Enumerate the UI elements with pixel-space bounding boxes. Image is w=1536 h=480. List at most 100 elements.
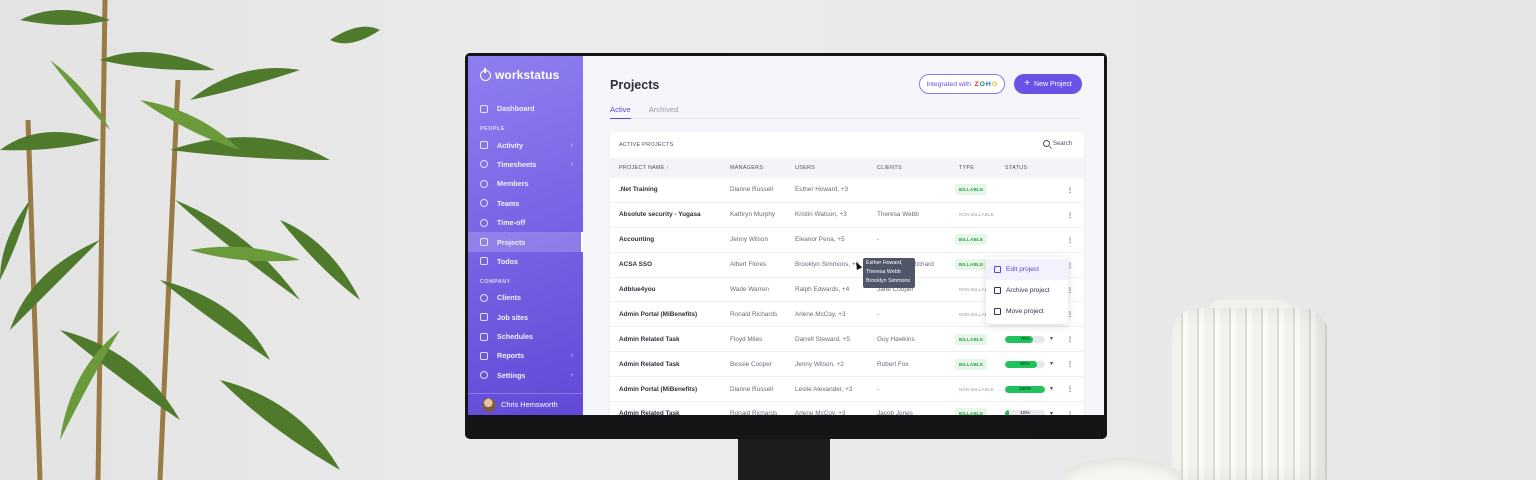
progress-percent: 10% — [1020, 411, 1030, 415]
sidebar-item-label: Reports — [497, 351, 525, 361]
users-cell[interactable]: Arlene McCoy, +3 — [795, 311, 877, 318]
chevron-right-icon: › — [570, 160, 573, 168]
project-name[interactable]: Admin Related Task — [610, 361, 730, 368]
sidebar-item-schedules[interactable]: Schedules — [468, 327, 583, 346]
chevron-down-icon[interactable]: ▼ — [1049, 386, 1054, 392]
project-name[interactable]: Absolute security - Yugasa — [610, 211, 730, 218]
project-name[interactable]: Admin Portal (MiBenefits) — [610, 386, 730, 393]
sidebar-item-timesheets[interactable]: Timesheets › — [468, 155, 583, 174]
search-button[interactable]: Search — [1042, 140, 1072, 147]
sidebar-item-label: Job sites — [497, 312, 529, 322]
project-name[interactable]: Admin Related Task — [610, 336, 730, 343]
table-row[interactable]: .Net Training Dianne Russell Esther Howard… — [610, 178, 1084, 203]
user-icon — [480, 179, 488, 188]
chevron-down-icon[interactable]: ▼ — [1049, 361, 1054, 367]
users-cell[interactable]: Eleanor Pena, +5 — [795, 236, 877, 243]
column-header-project-name[interactable]: PROJECT NAME ↑ — [610, 165, 730, 171]
project-name[interactable]: Accounting — [610, 236, 730, 243]
more-options-icon[interactable]: ⋮ — [1065, 335, 1075, 343]
users-cell[interactable]: Esther Howard, +3 — [795, 186, 877, 193]
project-name[interactable]: .Net Training — [610, 186, 730, 193]
sidebar-item-members[interactable]: Members — [468, 174, 583, 193]
integrated-with-zoho-button[interactable]: Integrated with Z O H O — [919, 74, 1005, 94]
project-name[interactable]: ACSA SSO — [610, 261, 730, 268]
sidebar-item-dashboard[interactable]: Dashboard — [468, 99, 583, 118]
new-project-button[interactable]: + New Project — [1014, 74, 1082, 94]
calendar-icon — [480, 332, 488, 341]
column-header-status: STATUS — [1005, 165, 1028, 171]
status-progress-bar: 100% — [1005, 385, 1045, 393]
type-badge: NON BILLABLE — [959, 212, 995, 218]
type-cell: NON BILLABLE — [955, 384, 1005, 395]
users-cell[interactable]: Jenny Wilson, +2 — [795, 361, 877, 368]
more-options-icon[interactable]: ⋮ — [1065, 410, 1075, 415]
more-options-icon[interactable]: ⋮ — [1065, 385, 1075, 393]
sidebar-item-reports[interactable]: Reports › — [468, 346, 583, 365]
progress-percent: 100% — [1018, 386, 1032, 392]
sidebar-item-label: Members — [497, 179, 529, 189]
avatar — [482, 397, 496, 412]
manager-name: Bessie Cooper — [730, 360, 772, 368]
sidebar-item-todos[interactable]: Todos — [468, 252, 583, 271]
users-cell[interactable]: Kristin Watson, +3 — [795, 211, 877, 218]
sidebar-item-label: Schedules — [497, 332, 533, 342]
power-icon — [480, 67, 491, 81]
zoho-letter: O — [991, 80, 998, 88]
sidebar-item-time-off[interactable]: Time-off — [468, 213, 583, 232]
users-cell[interactable]: Darrell Steward, +5 — [795, 336, 877, 343]
type-badge: BILLABLE — [955, 333, 988, 345]
more-options-icon[interactable]: ⋮ — [1065, 236, 1075, 244]
tab-active[interactable]: Active — [610, 105, 631, 119]
manager-name: Kathryn Murphy — [730, 211, 776, 219]
table-row[interactable]: Accounting Jenny Wilson Eleanor Pena, +5- B… — [610, 228, 1084, 253]
manager-name: Ronald Richards — [730, 410, 778, 415]
brand-logo[interactable]: workstatus — [468, 67, 583, 82]
client-icon — [480, 293, 488, 302]
chevron-down-icon[interactable]: ▼ — [1049, 336, 1054, 342]
users-cell[interactable]: Arlene McCoy, +3 — [795, 410, 877, 415]
sidebar-item-label: Teams — [497, 198, 520, 208]
user-profile[interactable]: Chris Hemsworth — [468, 393, 583, 415]
sidebar-item-projects[interactable]: Projects — [468, 232, 583, 252]
menu-item-edit-project[interactable]: Edit project — [986, 259, 1068, 280]
progress-percent: 70% — [1020, 336, 1030, 342]
project-name[interactable]: Admin Portal (MiBenefits) — [610, 311, 730, 318]
project-name[interactable]: Admin Related Task — [610, 410, 730, 415]
type-cell: BILLABLE — [955, 184, 1005, 196]
sidebar-item-job-sites[interactable]: Job sites — [468, 308, 583, 327]
card-title: ACTIVE PROJECTS — [619, 142, 674, 148]
sidebar-item-settings[interactable]: Settings › — [468, 366, 583, 385]
sidebar-item-activity[interactable]: Activity › — [468, 135, 583, 154]
tab-archived[interactable]: Archived — [649, 105, 679, 119]
sidebar-item-label: Projects — [497, 237, 526, 247]
chevron-down-icon[interactable]: ▼ — [1049, 411, 1054, 415]
project-context-menu: Edit project Archive project Move projec… — [986, 257, 1068, 324]
more-options-icon[interactable]: ⋮ — [1065, 186, 1075, 194]
sidebar-item-label: Clients — [497, 293, 521, 303]
table-row[interactable]: Absolute security - Yugasa Kathryn Murphy… — [610, 203, 1084, 228]
status-progress-bar: 10% — [1005, 410, 1045, 415]
sidebar-item-clients[interactable]: Clients — [468, 288, 583, 307]
table-row[interactable]: Admin Portal (MiBenefits) Dianne Russell L… — [610, 377, 1084, 403]
status-cell: 80% ▼ — [1005, 360, 1065, 368]
table-header: PROJECT NAME ↑ MANAGERS USERS CLIENTS TY… — [610, 158, 1084, 178]
project-name[interactable]: Adblue4you — [610, 286, 730, 293]
table-row[interactable]: Admin Related Task Ronald Richards Arlene … — [610, 402, 1084, 415]
users-cell[interactable]: Leslie Alexander, +3 — [795, 386, 877, 393]
client-name: Guy Hawkins — [877, 335, 915, 343]
chevron-right-icon: › — [570, 352, 573, 360]
table-row[interactable]: Admin Related Task Bessie Cooper Jenny Wil… — [610, 352, 1084, 378]
section-company: COMPANY — [480, 279, 511, 286]
table-row[interactable]: Admin Related Task Floyd Miles Darrell Ste… — [610, 327, 1084, 353]
more-options-icon[interactable]: ⋮ — [1065, 360, 1075, 368]
sidebar-item-teams[interactable]: Teams — [468, 194, 583, 213]
manager-name: Floyd Miles — [730, 335, 763, 343]
menu-item-move-project[interactable]: Move project — [986, 301, 1068, 322]
new-project-label: New Project — [1034, 80, 1072, 88]
menu-item-archive-project[interactable]: Archive project — [986, 280, 1068, 301]
type-cell: BILLABLE — [955, 358, 1005, 370]
status-cell: 100% ▼ — [1005, 385, 1065, 393]
more-options-icon[interactable]: ⋮ — [1065, 211, 1075, 219]
tooltip-line: Esther Howard, — [866, 260, 903, 266]
type-badge: BILLABLE — [955, 234, 988, 246]
